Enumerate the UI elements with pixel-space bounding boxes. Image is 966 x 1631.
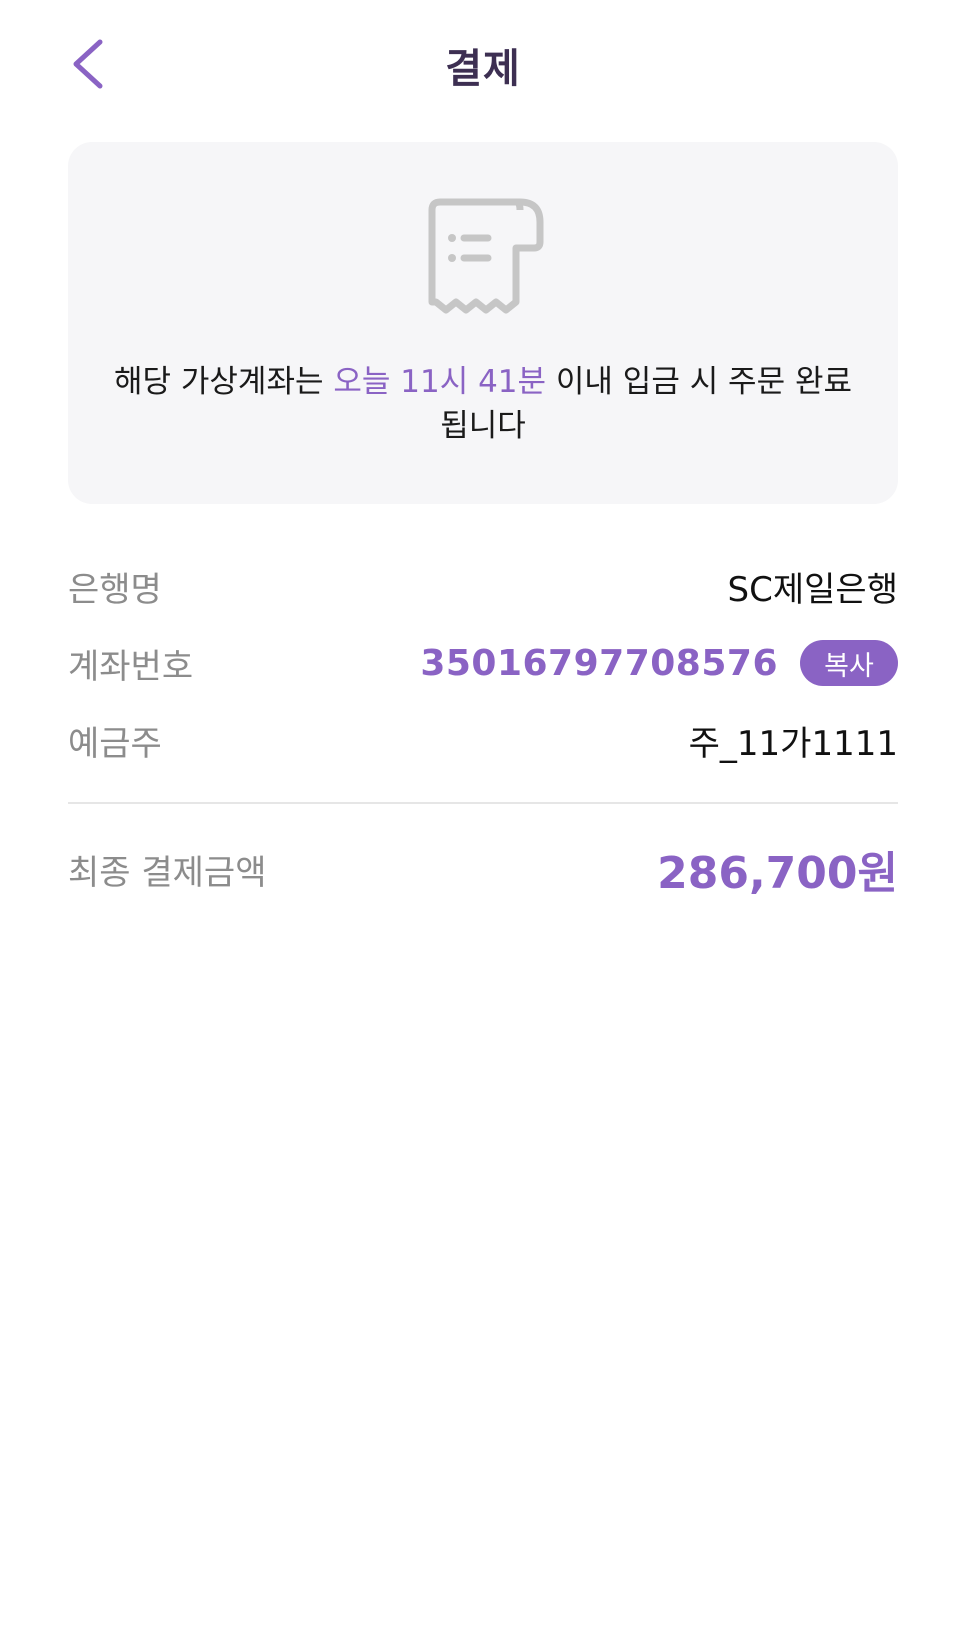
bank-value: SC제일은행 [727,569,898,610]
copy-button[interactable]: 복사 [800,640,898,686]
holder-row: 예금주 주_11가1111 [68,712,898,768]
total-amount: 286,700원 [657,848,898,899]
account-number-group: 35016797708576 복사 [420,640,898,686]
page-title: 결제 [445,46,521,92]
total-row: 최종 결제금액 286,700원 [68,836,898,902]
holder-value: 주_11가1111 [688,723,898,764]
divider [68,802,898,804]
account-number-value: 35016797708576 [420,642,778,684]
bank-label: 은행명 [68,569,162,610]
notice-text-before: 해당 가상계좌는 [114,364,334,400]
receipt-icon [428,198,544,314]
bank-row: 은행명 SC제일은행 [68,558,898,614]
holder-label: 예금주 [68,723,162,764]
account-number-row: 계좌번호 35016797708576 복사 [68,635,898,691]
deadline-highlight: 오늘 11시 41분 [333,364,547,400]
account-number-label: 계좌번호 [68,646,194,687]
notice-text: 해당 가상계좌는 오늘 11시 41분 이내 입금 시 주문 완료 됩니다 [98,360,868,448]
total-label: 최종 결제금액 [68,852,267,893]
notice-card: 해당 가상계좌는 오늘 11시 41분 이내 입금 시 주문 완료 됩니다 [68,142,898,504]
header: 결제 [0,0,966,130]
